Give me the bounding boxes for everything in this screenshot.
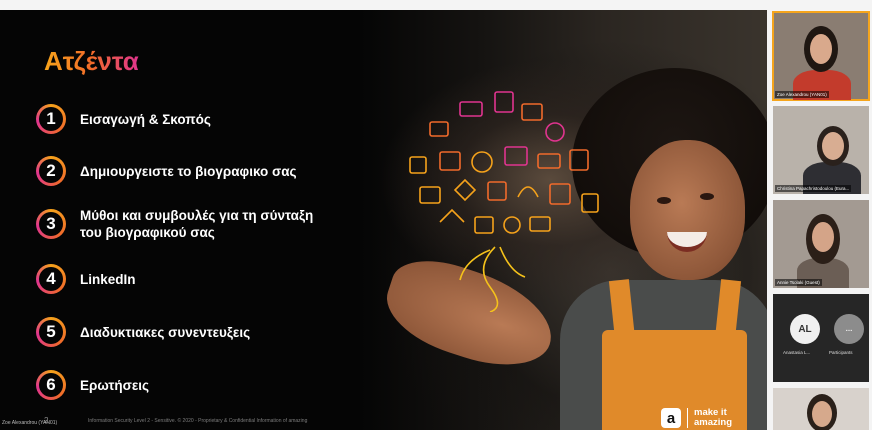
agenda-item: 4 LinkedIn <box>36 264 136 294</box>
photo-eye-right <box>700 193 714 200</box>
number-value: 2 <box>39 159 63 183</box>
participant-face <box>812 222 834 252</box>
avatar-participant-name: Anastasia L... <box>783 350 811 355</box>
number-value: 5 <box>39 320 63 344</box>
number-value: 4 <box>39 267 63 291</box>
avatar-participants-tile[interactable]: AL … Anastasia L... Participants <box>773 294 869 382</box>
participant-face <box>822 132 844 160</box>
brand-divider <box>687 408 688 428</box>
number-value: 6 <box>39 373 63 397</box>
agenda-item: 6 Ερωτήσεις <box>36 370 149 400</box>
presenter-name-label: Zoe Alexandrou (YAN01) <box>2 420 58 426</box>
participant-face <box>810 34 832 64</box>
number-badge: 5 <box>36 317 66 347</box>
agenda-item-text: Διαδυκτιακες συνεντευξεις <box>80 324 251 340</box>
photo-eye-left <box>657 197 671 204</box>
participants-label: Participants <box>829 350 853 355</box>
participant-name: Christina Papachristodoulou (Eura... <box>775 185 852 192</box>
agenda-item-text: Δημιουργειστε το βιογραφικο σας <box>80 163 297 179</box>
number-badge: 4 <box>36 264 66 294</box>
brand-mark-icon: a <box>661 408 681 428</box>
number-badge: 1 <box>36 104 66 134</box>
slide-title: Ατζέντα <box>44 46 139 76</box>
participants-count-avatar[interactable]: … <box>834 314 864 344</box>
shared-presentation-slide: Ατζέντα 1 Εισαγωγή & Σκοπός 2 Δημιουργει… <box>0 10 767 430</box>
agenda-item-text: Εισαγωγή & Σκοπός <box>80 111 211 127</box>
participant-video-tile[interactable]: Christina Papachristodoulou (Eura... <box>773 106 869 194</box>
agenda-item: 1 Εισαγωγή & Σκοπός <box>36 104 211 134</box>
brand-logo: a make it amazing <box>661 408 732 428</box>
number-badge: 6 <box>36 370 66 400</box>
agenda-item-text: Ερωτήσεις <box>80 377 150 393</box>
participant-face <box>812 401 832 427</box>
number-badge: 2 <box>36 156 66 186</box>
agenda-item: 3 Μύθοι και συμβουλές για τη σύνταξη του… <box>36 207 313 241</box>
confidentiality-notice: Information Security Level 2 - Sensitive… <box>88 418 308 424</box>
participant-avatar[interactable]: AL <box>790 314 820 344</box>
participant-video-tile[interactable]: Annie Tsolaki (Guest) <box>773 200 869 288</box>
participants-sidebar[interactable]: Zoe Alexandrou (YAN01) Christina Papachr… <box>769 10 872 430</box>
participant-name: Zoe Alexandrou (YAN01) <box>775 91 829 98</box>
agenda-item-text: Μύθοι και συμβουλές για τη σύνταξη του β… <box>80 208 314 240</box>
participant-video-tile[interactable] <box>773 388 869 430</box>
brand-tagline: make it amazing <box>694 407 733 428</box>
photo-face <box>630 140 745 280</box>
number-value: 1 <box>39 107 63 131</box>
doodle-icons-illustration <box>409 91 599 312</box>
participant-name: Annie Tsolaki (Guest) <box>775 279 822 286</box>
number-badge: 3 <box>36 209 66 239</box>
agenda-item: 2 Δημιουργειστε το βιογραφικο σας <box>36 156 297 186</box>
agenda-item: 5 Διαδυκτιακες συνεντευξεις <box>36 317 250 347</box>
agenda-item-text: LinkedIn <box>80 271 136 287</box>
slide-footer: 2 Information Security Level 2 - Sensiti… <box>0 414 767 430</box>
number-value: 3 <box>39 212 63 236</box>
participant-video-tile[interactable]: Zoe Alexandrou (YAN01) <box>772 11 870 101</box>
